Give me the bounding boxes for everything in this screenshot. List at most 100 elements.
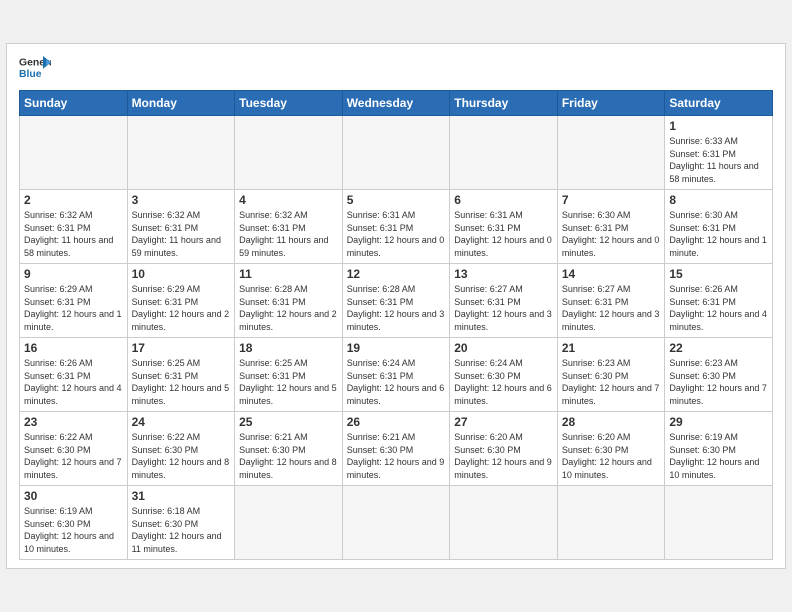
day-number: 8 (669, 193, 768, 207)
day-info: Sunrise: 6:30 AMSunset: 6:31 PMDaylight:… (562, 209, 661, 259)
day-info: Sunrise: 6:31 AMSunset: 6:31 PMDaylight:… (347, 209, 446, 259)
weekday-header-thursday: Thursday (450, 91, 558, 116)
week-row-1: 2Sunrise: 6:32 AMSunset: 6:31 PMDaylight… (20, 190, 773, 264)
day-cell: 16Sunrise: 6:26 AMSunset: 6:31 PMDayligh… (20, 338, 128, 412)
day-info: Sunrise: 6:18 AMSunset: 6:30 PMDaylight:… (132, 505, 231, 555)
day-number: 17 (132, 341, 231, 355)
day-number: 28 (562, 415, 661, 429)
weekday-header-monday: Monday (127, 91, 235, 116)
day-number: 6 (454, 193, 553, 207)
day-info: Sunrise: 6:29 AMSunset: 6:31 PMDaylight:… (132, 283, 231, 333)
day-info: Sunrise: 6:20 AMSunset: 6:30 PMDaylight:… (562, 431, 661, 481)
week-row-4: 23Sunrise: 6:22 AMSunset: 6:30 PMDayligh… (20, 412, 773, 486)
day-cell (557, 486, 665, 560)
day-info: Sunrise: 6:27 AMSunset: 6:31 PMDaylight:… (562, 283, 661, 333)
day-cell: 3 Sunrise: 6:32 AMSunset: 6:31 PMDaylight… (127, 190, 235, 264)
day-number: 30 (24, 489, 123, 503)
day-info: Sunrise: 6:27 AMSunset: 6:31 PMDaylight:… (454, 283, 553, 333)
day-number: 21 (562, 341, 661, 355)
day-cell: 30 Sunrise: 6:19 AMSunset: 6:30 PMDayligh… (20, 486, 128, 560)
day-cell: 29Sunrise: 6:19 AMSunset: 6:30 PMDayligh… (665, 412, 773, 486)
day-cell: 9 Sunrise: 6:29 AMSunset: 6:31 PMDaylight… (20, 264, 128, 338)
day-cell: 20Sunrise: 6:24 AMSunset: 6:30 PMDayligh… (450, 338, 558, 412)
generalblue-logo-icon: General Blue (19, 54, 51, 82)
day-info: Sunrise: 6:28 AMSunset: 6:31 PMDaylight:… (347, 283, 446, 333)
day-info: Sunrise: 6:22 AMSunset: 6:30 PMDaylight:… (132, 431, 231, 481)
day-cell: 23Sunrise: 6:22 AMSunset: 6:30 PMDayligh… (20, 412, 128, 486)
day-info: Sunrise: 6:22 AMSunset: 6:30 PMDaylight:… (24, 431, 123, 481)
day-info: Sunrise: 6:32 AMSunset: 6:31 PMDaylight:… (239, 209, 338, 259)
day-cell: 28 Sunrise: 6:20 AMSunset: 6:30 PMDayligh… (557, 412, 665, 486)
day-number: 14 (562, 267, 661, 281)
day-cell: 24 Sunrise: 6:22 AMSunset: 6:30 PMDayligh… (127, 412, 235, 486)
day-info: Sunrise: 6:26 AMSunset: 6:31 PMDaylight:… (669, 283, 768, 333)
day-number: 4 (239, 193, 338, 207)
calendar-container: General Blue SundayMondayTuesdayWednesda… (6, 43, 786, 569)
week-row-5: 30 Sunrise: 6:19 AMSunset: 6:30 PMDayligh… (20, 486, 773, 560)
day-number: 10 (132, 267, 231, 281)
day-cell: 10 Sunrise: 6:29 AMSunset: 6:31 PMDayligh… (127, 264, 235, 338)
day-cell: 14 Sunrise: 6:27 AMSunset: 6:31 PMDayligh… (557, 264, 665, 338)
day-info: Sunrise: 6:30 AMSunset: 6:31 PMDaylight:… (669, 209, 768, 259)
day-info: Sunrise: 6:21 AMSunset: 6:30 PMDaylight:… (239, 431, 338, 481)
day-info: Sunrise: 6:23 AMSunset: 6:30 PMDaylight:… (562, 357, 661, 407)
day-info: Sunrise: 6:25 AMSunset: 6:31 PMDaylight:… (132, 357, 231, 407)
day-number: 12 (347, 267, 446, 281)
day-cell (235, 486, 343, 560)
day-cell: 21 Sunrise: 6:23 AMSunset: 6:30 PMDayligh… (557, 338, 665, 412)
day-number: 26 (347, 415, 446, 429)
day-cell: 19Sunrise: 6:24 AMSunset: 6:31 PMDayligh… (342, 338, 450, 412)
day-info: Sunrise: 6:32 AMSunset: 6:31 PMDaylight:… (24, 209, 123, 259)
day-number: 11 (239, 267, 338, 281)
week-row-2: 9 Sunrise: 6:29 AMSunset: 6:31 PMDaylight… (20, 264, 773, 338)
svg-text:Blue: Blue (19, 69, 42, 80)
day-cell: 7 Sunrise: 6:30 AMSunset: 6:31 PMDaylight… (557, 190, 665, 264)
day-cell: 25 Sunrise: 6:21 AMSunset: 6:30 PMDayligh… (235, 412, 343, 486)
day-number: 3 (132, 193, 231, 207)
day-cell (127, 116, 235, 190)
day-info: Sunrise: 6:31 AMSunset: 6:31 PMDaylight:… (454, 209, 553, 259)
day-cell (665, 486, 773, 560)
day-cell (342, 116, 450, 190)
day-info: Sunrise: 6:33 AMSunset: 6:31 PMDaylight:… (669, 135, 768, 185)
day-cell: 11Sunrise: 6:28 AMSunset: 6:31 PMDayligh… (235, 264, 343, 338)
day-number: 31 (132, 489, 231, 503)
day-cell: 1 Sunrise: 6:33 AMSunset: 6:31 PMDaylight… (665, 116, 773, 190)
day-cell (450, 116, 558, 190)
day-cell: 18Sunrise: 6:25 AMSunset: 6:31 PMDayligh… (235, 338, 343, 412)
day-info: Sunrise: 6:32 AMSunset: 6:31 PMDaylight:… (132, 209, 231, 259)
day-info: Sunrise: 6:19 AMSunset: 6:30 PMDaylight:… (24, 505, 123, 555)
day-number: 13 (454, 267, 553, 281)
weekday-header-friday: Friday (557, 91, 665, 116)
calendar-grid: SundayMondayTuesdayWednesdayThursdayFrid… (19, 90, 773, 560)
day-info: Sunrise: 6:19 AMSunset: 6:30 PMDaylight:… (669, 431, 768, 481)
weekday-header-sunday: Sunday (20, 91, 128, 116)
day-number: 27 (454, 415, 553, 429)
day-number: 7 (562, 193, 661, 207)
day-cell: 26Sunrise: 6:21 AMSunset: 6:30 PMDayligh… (342, 412, 450, 486)
week-row-3: 16Sunrise: 6:26 AMSunset: 6:31 PMDayligh… (20, 338, 773, 412)
day-info: Sunrise: 6:29 AMSunset: 6:31 PMDaylight:… (24, 283, 123, 333)
day-number: 18 (239, 341, 338, 355)
day-cell: 13 Sunrise: 6:27 AMSunset: 6:31 PMDayligh… (450, 264, 558, 338)
day-number: 9 (24, 267, 123, 281)
day-cell: 4 Sunrise: 6:32 AMSunset: 6:31 PMDaylight… (235, 190, 343, 264)
day-info: Sunrise: 6:20 AMSunset: 6:30 PMDaylight:… (454, 431, 553, 481)
weekday-header-tuesday: Tuesday (235, 91, 343, 116)
day-number: 15 (669, 267, 768, 281)
day-number: 19 (347, 341, 446, 355)
day-number: 25 (239, 415, 338, 429)
day-cell (20, 116, 128, 190)
day-number: 1 (669, 119, 768, 133)
day-cell: 27 Sunrise: 6:20 AMSunset: 6:30 PMDayligh… (450, 412, 558, 486)
day-cell: 8 Sunrise: 6:30 AMSunset: 6:31 PMDaylight… (665, 190, 773, 264)
weekday-header-saturday: Saturday (665, 91, 773, 116)
day-info: Sunrise: 6:23 AMSunset: 6:30 PMDaylight:… (669, 357, 768, 407)
week-row-0: 1 Sunrise: 6:33 AMSunset: 6:31 PMDaylight… (20, 116, 773, 190)
day-number: 5 (347, 193, 446, 207)
day-info: Sunrise: 6:24 AMSunset: 6:30 PMDaylight:… (454, 357, 553, 407)
day-cell: 6 Sunrise: 6:31 AMSunset: 6:31 PMDaylight… (450, 190, 558, 264)
day-info: Sunrise: 6:26 AMSunset: 6:31 PMDaylight:… (24, 357, 123, 407)
day-number: 24 (132, 415, 231, 429)
day-number: 22 (669, 341, 768, 355)
